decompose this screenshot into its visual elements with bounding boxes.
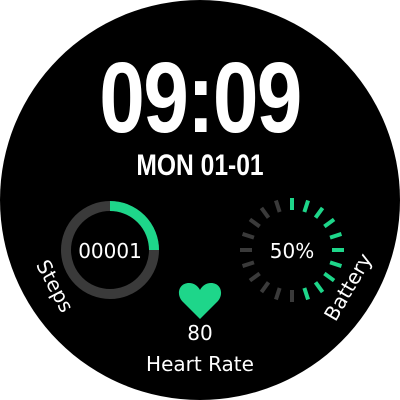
battery-tick bbox=[302, 199, 310, 213]
battery-tick bbox=[323, 217, 336, 229]
steps-value: 00001 bbox=[78, 239, 142, 263]
battery-tick bbox=[313, 281, 325, 294]
heart-icon bbox=[178, 283, 222, 319]
battery-tick bbox=[248, 271, 261, 283]
battery-tick bbox=[274, 199, 282, 213]
battery-tick bbox=[241, 232, 255, 240]
heart-rate-label: Heart Rate bbox=[146, 352, 254, 376]
battery-tick bbox=[248, 217, 261, 229]
battery-value: 50% bbox=[269, 239, 315, 263]
battery-tick bbox=[313, 206, 325, 219]
watch-face: 09:09 MON 01-01 00001 50% 80 Steps Batte… bbox=[0, 0, 400, 400]
battery-tick bbox=[329, 232, 343, 240]
battery-tick bbox=[259, 206, 271, 219]
heart-rate-value: 80 bbox=[187, 321, 213, 345]
battery-tick bbox=[302, 287, 310, 301]
battery-tick bbox=[259, 281, 271, 294]
battery-tick bbox=[323, 271, 336, 283]
battery-tick bbox=[274, 287, 282, 301]
